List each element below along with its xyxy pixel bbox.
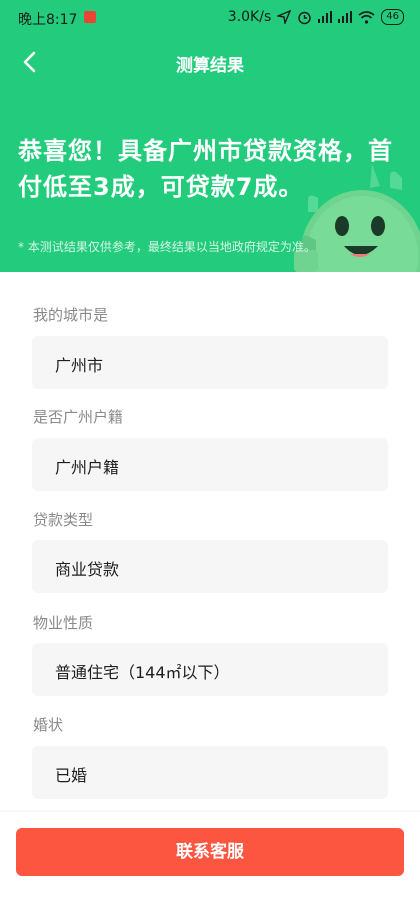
field-label-city: 我的城市是	[33, 306, 109, 324]
navigation-bar: 测算结果	[0, 40, 420, 84]
wifi-icon	[358, 10, 375, 24]
network-speed: 3.0K/s	[227, 9, 272, 25]
field-value-city: 广州市	[55, 356, 104, 375]
field-hukou: 广州户籍	[32, 438, 388, 491]
result-banner: 晚上8:17 3.0K/s 46 测算结果 恭喜您！具备广州市贷款资格，首付低至…	[0, 0, 420, 272]
status-bar: 晚上8:17 3.0K/s 46	[0, 0, 420, 36]
field-value-hukou: 广州户籍	[55, 458, 120, 477]
alarm-icon	[298, 11, 311, 24]
field-value-marital-status: 已婚	[55, 766, 88, 785]
field-city: 广州市	[32, 336, 388, 389]
status-time: 晚上8:17	[18, 12, 78, 28]
mascot-illustration	[294, 164, 420, 272]
field-label-marital-status: 婚状	[33, 716, 64, 734]
app-notification-icon	[84, 11, 96, 23]
bottom-action-bar: 联系客服	[0, 812, 420, 907]
field-property-type: 普通住宅（144㎡以下）	[32, 643, 388, 696]
hd-signal-icon	[338, 11, 353, 23]
disclaimer-text: * 本测试结果仅供参考，最终结果以当地政府规定为准。	[18, 240, 316, 254]
field-value-loan-type: 商业贷款	[55, 560, 120, 579]
field-loan-type: 商业贷款	[32, 540, 388, 593]
field-label-loan-type: 贷款类型	[33, 511, 94, 529]
battery-icon: 46	[381, 9, 404, 25]
location-icon	[277, 10, 292, 24]
contact-service-button[interactable]: 联系客服	[16, 828, 404, 876]
status-right-group: 3.0K/s 46	[228, 9, 404, 25]
field-label-hukou: 是否广州户籍	[33, 408, 124, 426]
hd-signal-icon	[318, 11, 333, 23]
field-value-property-type: 普通住宅（144㎡以下）	[55, 663, 230, 682]
field-label-property-type: 物业性质	[33, 614, 94, 632]
field-marital-status: 已婚	[32, 746, 388, 799]
page-title: 测算结果	[176, 56, 244, 76]
